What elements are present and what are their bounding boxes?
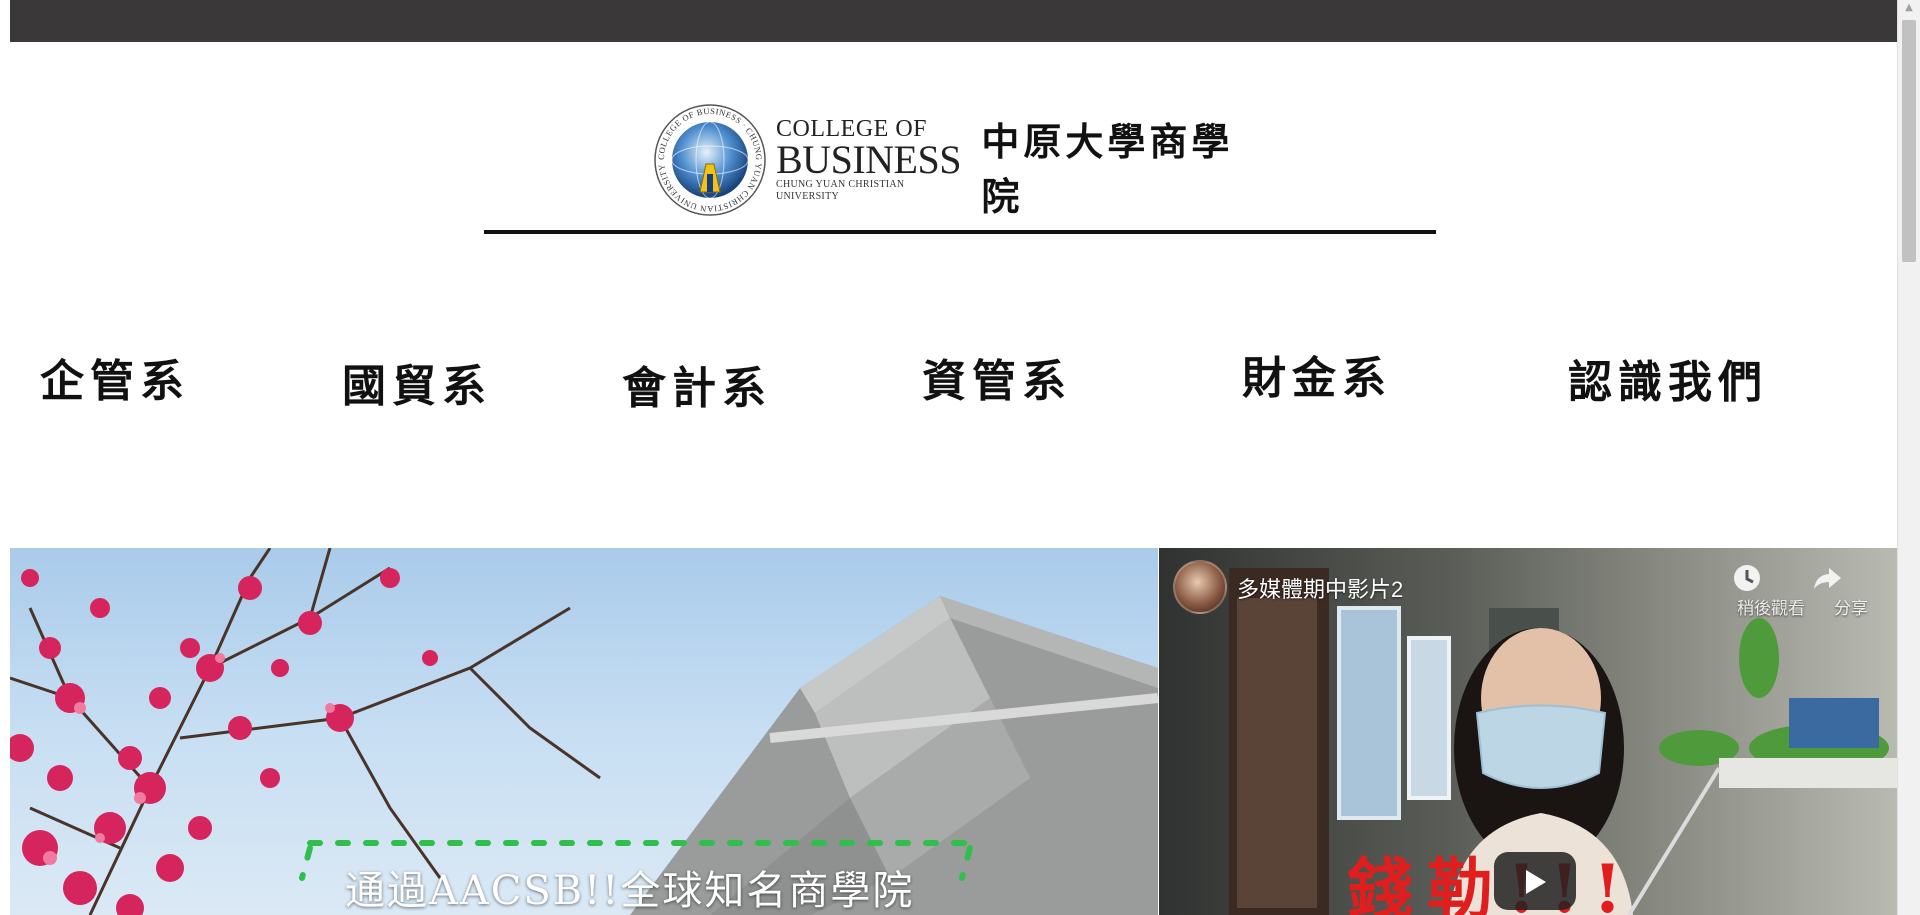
header-divider bbox=[484, 230, 1436, 234]
play-icon bbox=[1526, 870, 1546, 894]
nav-item-accounting[interactable]: 會計系 bbox=[622, 352, 772, 416]
share-label: 分享 bbox=[1834, 599, 1868, 618]
logo-line-business: BUSINESS bbox=[776, 137, 961, 182]
play-button[interactable] bbox=[1494, 852, 1576, 910]
share-button[interactable]: 分享 bbox=[1811, 562, 1891, 619]
video-subtitle-text: 錢勒!!! bbox=[1347, 850, 1636, 915]
logo-line-university: CHUNG YUAN CHRISTIAN UNIVERSITY bbox=[776, 179, 905, 202]
nav-item-information-management[interactable]: 資管系 bbox=[922, 345, 1072, 409]
watch-later-label: 稍後觀看 bbox=[1737, 599, 1805, 618]
nav-item-about-us[interactable]: 認識我們 bbox=[1568, 346, 1768, 410]
share-icon bbox=[1811, 562, 1891, 594]
clock-icon bbox=[1731, 562, 1811, 594]
college-emblem-icon: COLLEGE OF BUSINESS · CHUNG YUAN CHRISTI… bbox=[654, 104, 766, 216]
college-wordmark: COLLEGE OF BUSINESS CHUNG YUAN CHRISTIAN… bbox=[776, 117, 969, 203]
top-bar bbox=[10, 0, 1898, 42]
nav-item-business-admin[interactable]: 企管系 bbox=[40, 345, 190, 409]
scroll-up-arrow-icon[interactable]: ▲ bbox=[1903, 2, 1915, 14]
college-chinese-name: 中原大學商學院 bbox=[981, 119, 1234, 219]
scrollbar-thumb[interactable] bbox=[1902, 20, 1916, 262]
college-logo[interactable]: COLLEGE OF BUSINESS · CHUNG YUAN CHRISTI… bbox=[654, 100, 1274, 220]
nav-item-international-trade[interactable]: 國貿系 bbox=[342, 350, 492, 414]
watch-later-button[interactable]: 稍後觀看 bbox=[1731, 562, 1811, 619]
video-title[interactable]: 多媒體期中影片2 bbox=[1237, 572, 1403, 604]
page: COLLEGE OF BUSINESS · CHUNG YUAN CHRISTI… bbox=[0, 0, 1920, 915]
page-scrollbar[interactable]: ▲ bbox=[1897, 0, 1920, 915]
nav-item-finance[interactable]: 財金系 bbox=[1242, 342, 1392, 406]
hero-caption: 通過AACSB!!全球知名商學院 bbox=[345, 868, 915, 914]
channel-avatar[interactable] bbox=[1173, 560, 1227, 614]
